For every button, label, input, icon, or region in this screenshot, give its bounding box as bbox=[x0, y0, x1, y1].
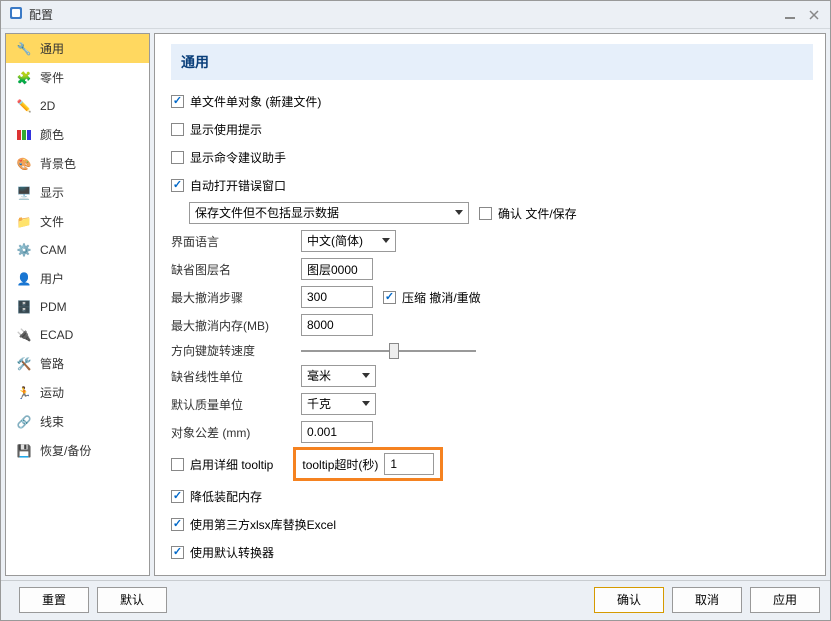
checkbox-show-tips[interactable]: 显示使用提示 bbox=[171, 121, 262, 138]
label-tolerance: 对象公差 (mm) bbox=[171, 424, 301, 441]
rot-speed-slider[interactable] bbox=[301, 350, 476, 352]
default-button[interactable]: 默认 bbox=[97, 587, 167, 613]
reset-button[interactable]: 重置 bbox=[19, 587, 89, 613]
undo-steps-input[interactable] bbox=[301, 286, 373, 308]
sidebar-item-color[interactable]: 颜色 bbox=[6, 120, 149, 149]
main-panel: 通用 单文件单对象 (新建文件) 显示使用提示 显示命令建议助手 自动打开错误窗… bbox=[154, 33, 826, 576]
palette-icon bbox=[16, 127, 32, 143]
cancel-button[interactable]: 取消 bbox=[672, 587, 742, 613]
sidebar-item-piping[interactable]: 🛠️管路 bbox=[6, 349, 149, 378]
wrench-icon: 🔧 bbox=[16, 41, 32, 57]
label-layer: 缺省图层名 bbox=[171, 261, 301, 278]
label-ui-lang: 界面语言 bbox=[171, 233, 301, 250]
backup-icon: 💾 bbox=[16, 443, 32, 459]
motion-icon: 🏃 bbox=[16, 385, 32, 401]
slider-thumb[interactable] bbox=[389, 343, 399, 359]
label-lin-unit: 缺省线性单位 bbox=[171, 368, 301, 385]
sidebar-item-2d[interactable]: ✏️2D bbox=[6, 92, 149, 120]
user-icon: 👤 bbox=[16, 271, 32, 287]
tooltip-timeout-input[interactable] bbox=[384, 453, 434, 475]
tooltip-timeout-highlight: tooltip超时(秒) bbox=[293, 447, 443, 481]
sidebar-item-parts[interactable]: 🧩零件 bbox=[6, 63, 149, 92]
part-icon: 🧩 bbox=[16, 70, 32, 86]
label-rot-speed: 方向键旋转速度 bbox=[171, 342, 301, 359]
mass-unit-select[interactable]: 千克 bbox=[301, 393, 376, 415]
pdm-icon: 🗄️ bbox=[16, 299, 32, 315]
sidebar-item-motion[interactable]: 🏃运动 bbox=[6, 378, 149, 407]
2d-icon: ✏️ bbox=[16, 98, 32, 114]
footer: 重置 默认 确认 取消 应用 bbox=[1, 580, 830, 618]
app-icon bbox=[9, 6, 23, 23]
titlebar: 配置 bbox=[1, 1, 830, 29]
monitor-icon: 🖥️ bbox=[16, 185, 32, 201]
undo-mem-input[interactable] bbox=[301, 314, 373, 336]
checkbox-show-cmd[interactable]: 显示命令建议助手 bbox=[171, 149, 286, 166]
background-icon: 🎨 bbox=[16, 156, 32, 172]
window-minimize-icon[interactable] bbox=[782, 7, 798, 23]
sidebar-item-cam[interactable]: ⚙️CAM bbox=[6, 236, 149, 264]
sidebar: 🔧通用 🧩零件 ✏️2D 颜色 🎨背景色 🖥️显示 📁文件 ⚙️CAM 👤用户 … bbox=[5, 33, 150, 576]
sidebar-item-display[interactable]: 🖥️显示 bbox=[6, 178, 149, 207]
checkbox-auto-err[interactable]: 自动打开错误窗口 bbox=[171, 177, 286, 194]
sidebar-item-general[interactable]: 🔧通用 bbox=[6, 34, 149, 63]
checkbox-xlsx[interactable]: 使用第三方xlsx库替换Excel bbox=[171, 516, 336, 533]
label-mass-unit: 默认质量单位 bbox=[171, 396, 301, 413]
sidebar-item-pdm[interactable]: 🗄️PDM bbox=[6, 293, 149, 321]
sidebar-item-harness[interactable]: 🔗线束 bbox=[6, 407, 149, 436]
section-lightweight: 轻量化加载 bbox=[171, 575, 813, 576]
sidebar-item-backup[interactable]: 💾恢复/备份 bbox=[6, 436, 149, 465]
cam-icon: ⚙️ bbox=[16, 242, 32, 258]
checkbox-enable-tooltip[interactable]: 启用详细 tooltip bbox=[171, 456, 273, 473]
label-tooltip-timeout: tooltip超时(秒) bbox=[302, 456, 378, 473]
pipe-icon: 🛠️ bbox=[16, 356, 32, 372]
ok-button[interactable]: 确认 bbox=[594, 587, 664, 613]
save-mode-select[interactable]: 保存文件但不包括显示数据 bbox=[189, 202, 469, 224]
folder-icon: 📁 bbox=[16, 214, 32, 230]
checkbox-confirm-save[interactable]: 确认 文件/保存 bbox=[479, 205, 577, 222]
layer-input[interactable] bbox=[301, 258, 373, 280]
lin-unit-select[interactable]: 毫米 bbox=[301, 365, 376, 387]
window-title: 配置 bbox=[29, 6, 53, 23]
harness-icon: 🔗 bbox=[16, 414, 32, 430]
tolerance-input[interactable] bbox=[301, 421, 373, 443]
section-general: 通用 bbox=[171, 44, 813, 80]
checkbox-compress-undo[interactable]: 压缩 撤消/重做 bbox=[383, 289, 481, 306]
checkbox-def-conv[interactable]: 使用默认转换器 bbox=[171, 544, 274, 561]
apply-button[interactable]: 应用 bbox=[750, 587, 820, 613]
checkbox-reduce-mem[interactable]: 降低装配内存 bbox=[171, 488, 262, 505]
label-undo-mem: 最大撤消内存(MB) bbox=[171, 317, 301, 334]
ui-lang-select[interactable]: 中文(简体) bbox=[301, 230, 396, 252]
label-undo-steps: 最大撤消步骤 bbox=[171, 289, 301, 306]
checkbox-single-file[interactable]: 单文件单对象 (新建文件) bbox=[171, 93, 321, 110]
window-close-icon[interactable] bbox=[806, 7, 822, 23]
sidebar-item-files[interactable]: 📁文件 bbox=[6, 207, 149, 236]
sidebar-item-bgcolor[interactable]: 🎨背景色 bbox=[6, 149, 149, 178]
sidebar-item-user[interactable]: 👤用户 bbox=[6, 264, 149, 293]
sidebar-item-ecad[interactable]: 🔌ECAD bbox=[6, 321, 149, 349]
ecad-icon: 🔌 bbox=[16, 327, 32, 343]
